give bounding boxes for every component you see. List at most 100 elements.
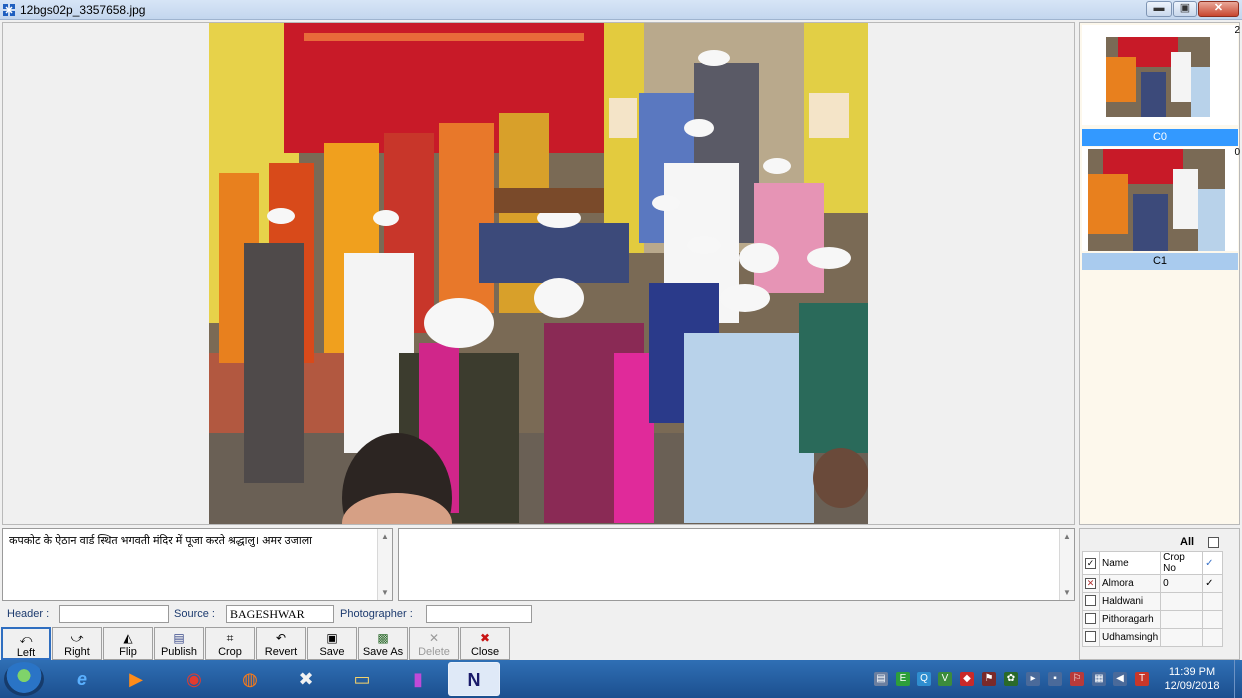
tray-language-icon[interactable]: T bbox=[1135, 672, 1149, 686]
delete-icon: ✕ bbox=[428, 631, 440, 645]
column-header-check: ✓ bbox=[1202, 551, 1224, 575]
button-label: Delete bbox=[418, 646, 450, 658]
flip-button[interactable]: ◭ Flip bbox=[103, 627, 153, 660]
row-checkbox[interactable]: ✕ bbox=[1085, 578, 1096, 589]
crop-no-cell[interactable]: 0 bbox=[1160, 574, 1204, 593]
crop-no-cell[interactable] bbox=[1160, 628, 1204, 647]
table-row[interactable]: Udhamsingh bbox=[1082, 628, 1224, 647]
close-icon: ✖ bbox=[479, 631, 491, 645]
tray-printer-icon[interactable]: ▤ bbox=[874, 672, 888, 686]
table-row[interactable]: ✕ Almora 0 ✓ bbox=[1082, 574, 1224, 593]
close-button[interactable]: ✖ Close bbox=[460, 627, 510, 660]
row-checkbox[interactable] bbox=[1085, 612, 1096, 624]
source-input[interactable]: BAGESHWAR bbox=[226, 605, 334, 623]
scroll-down-icon[interactable]: ▼ bbox=[381, 588, 389, 597]
start-button[interactable] bbox=[4, 662, 44, 696]
row-checkbox[interactable] bbox=[1085, 630, 1096, 642]
show-desktop-button[interactable] bbox=[1234, 660, 1242, 698]
crop-no-cell[interactable] bbox=[1160, 592, 1204, 611]
thumbnail-panel: 2 C0 0 C1 bbox=[1079, 22, 1240, 525]
tray-network-icon[interactable]: ▦ bbox=[1092, 672, 1106, 686]
caption-textarea[interactable]: कपकोट के ऐठान वार्ड स्थित भगवती मंदिर मे… bbox=[2, 528, 393, 601]
column-header-name: Name bbox=[1098, 551, 1162, 575]
taskbar: e ▶ ◉ ◍ ✖ ▭ ▮ N ▤ E Q V ◆ ⚑ ✿ ▸ ▪ ⚐ ▦ ◀ … bbox=[0, 660, 1242, 698]
main-photo[interactable] bbox=[209, 23, 868, 524]
thumbnail-image bbox=[1088, 149, 1225, 251]
tray-app-icon[interactable]: ⚑ bbox=[982, 672, 996, 686]
table-row[interactable]: Haldwani bbox=[1082, 592, 1224, 611]
tray-shield-icon[interactable]: ◆ bbox=[960, 672, 974, 686]
file-explorer-icon[interactable]: ▭ bbox=[336, 662, 388, 696]
locations-panel: All ✓ Name Crop No ✓ ✕ Almora 0 ✓ Haldwa… bbox=[1079, 528, 1240, 660]
maximize-button[interactable]: ▣ bbox=[1173, 1, 1197, 17]
button-label: Right bbox=[64, 646, 90, 658]
source-label: Source : bbox=[174, 608, 215, 620]
photographer-label: Photographer : bbox=[340, 608, 413, 620]
notes-textarea[interactable]: ▲ ▼ bbox=[398, 528, 1075, 601]
tray-vpn-icon[interactable]: V bbox=[938, 672, 952, 686]
save-as-button[interactable]: ▩ Save As bbox=[358, 627, 408, 660]
toolbar: ⤺ Left ⤻ Right ◭ Flip ▤ Publish ⌗ Crop ↶… bbox=[0, 626, 1075, 660]
thumbnail-0[interactable]: 2 bbox=[1082, 25, 1240, 125]
volume-icon[interactable]: ◀ bbox=[1113, 672, 1127, 686]
thumbnail-label-c1[interactable]: C1 bbox=[1082, 253, 1238, 270]
locations-table: ✓ Name Crop No ✓ ✕ Almora 0 ✓ Haldwani P… bbox=[1082, 551, 1224, 647]
taskbar-clock[interactable]: 11:39 PM 12/09/2018 bbox=[1162, 665, 1222, 693]
save-button[interactable]: ▣ Save bbox=[307, 627, 357, 660]
crop-no-cell[interactable] bbox=[1160, 610, 1204, 629]
left-button[interactable]: ⤺ Left bbox=[1, 627, 51, 660]
scroll-up-icon[interactable]: ▲ bbox=[1063, 532, 1071, 541]
button-label: Close bbox=[470, 646, 500, 658]
thumbnail-image bbox=[1106, 37, 1210, 117]
caption-scrollbar[interactable]: ▲ ▼ bbox=[377, 529, 392, 600]
check-mark-cell bbox=[1202, 592, 1224, 611]
all-checkbox[interactable] bbox=[1208, 537, 1219, 548]
tray-device-icon[interactable]: ▪ bbox=[1048, 672, 1062, 686]
save-icon: ▣ bbox=[326, 631, 338, 645]
scroll-down-icon[interactable]: ▼ bbox=[1063, 588, 1071, 597]
usb-app-icon[interactable]: ▮ bbox=[392, 662, 444, 696]
chrome-icon[interactable]: ◉ bbox=[168, 662, 220, 696]
tray-arrow-icon[interactable]: ▸ bbox=[1026, 672, 1040, 686]
revert-button[interactable]: ↶ Revert bbox=[256, 627, 306, 660]
tray-globe-icon[interactable]: ✿ bbox=[1004, 672, 1018, 686]
header-checkbox[interactable]: ✓ bbox=[1085, 557, 1096, 569]
thumbnail-1[interactable]: 0 bbox=[1082, 147, 1240, 251]
tray-e-icon[interactable]: E bbox=[896, 672, 910, 686]
tray-flag-icon[interactable]: ⚐ bbox=[1070, 672, 1084, 686]
media-player-icon[interactable]: ▶ bbox=[110, 662, 162, 696]
button-label: Flip bbox=[119, 646, 137, 658]
header-label: Header : bbox=[7, 608, 50, 620]
close-window-button[interactable]: ✕ bbox=[1198, 1, 1239, 17]
column-header-crop-no: Crop No bbox=[1160, 551, 1204, 575]
scroll-up-icon[interactable]: ▲ bbox=[381, 532, 389, 541]
notes-scrollbar[interactable]: ▲ ▼ bbox=[1059, 529, 1074, 600]
title-bar: 12bgs02p_3357658.jpg ▬ ▣ ✕ bbox=[0, 0, 1242, 20]
window-title: 12bgs02p_3357658.jpg bbox=[20, 3, 146, 17]
caption-text: कपकोट के ऐठान वार्ड स्थित भगवती मंदिर मे… bbox=[9, 535, 313, 547]
publish-button[interactable]: ▤ Publish bbox=[154, 627, 204, 660]
photographer-input[interactable] bbox=[426, 605, 532, 623]
button-label: Save As bbox=[362, 646, 404, 658]
save-as-icon: ▩ bbox=[377, 631, 389, 645]
minimize-button[interactable]: ▬ bbox=[1146, 1, 1172, 17]
tray-q-icon[interactable]: Q bbox=[917, 672, 931, 686]
table-row[interactable]: Pithoragarh bbox=[1082, 610, 1224, 629]
right-button[interactable]: ⤻ Right bbox=[52, 627, 102, 660]
row-check-cell bbox=[1082, 592, 1100, 611]
firefox-icon[interactable]: ◍ bbox=[224, 662, 276, 696]
header-input[interactable] bbox=[59, 605, 169, 623]
button-label: Save bbox=[319, 646, 345, 658]
internet-explorer-icon[interactable]: e bbox=[56, 662, 108, 696]
row-check-cell bbox=[1082, 610, 1100, 629]
location-name: Udhamsingh bbox=[1098, 628, 1162, 647]
crossover-app-icon[interactable]: ✖ bbox=[280, 662, 332, 696]
thumbnail-number: 0 bbox=[1234, 147, 1240, 158]
crop-button[interactable]: ⌗ Crop bbox=[205, 627, 255, 660]
metadata-fields: Header : Source : BAGESHWAR Photographer… bbox=[0, 603, 1075, 625]
row-checkbox[interactable] bbox=[1085, 594, 1096, 606]
delete-button[interactable]: ✕ Delete bbox=[409, 627, 459, 660]
thumbnail-label-c0[interactable]: C0 bbox=[1082, 129, 1238, 146]
button-label: Left bbox=[16, 647, 36, 659]
photo-app-icon[interactable]: N bbox=[448, 662, 500, 696]
